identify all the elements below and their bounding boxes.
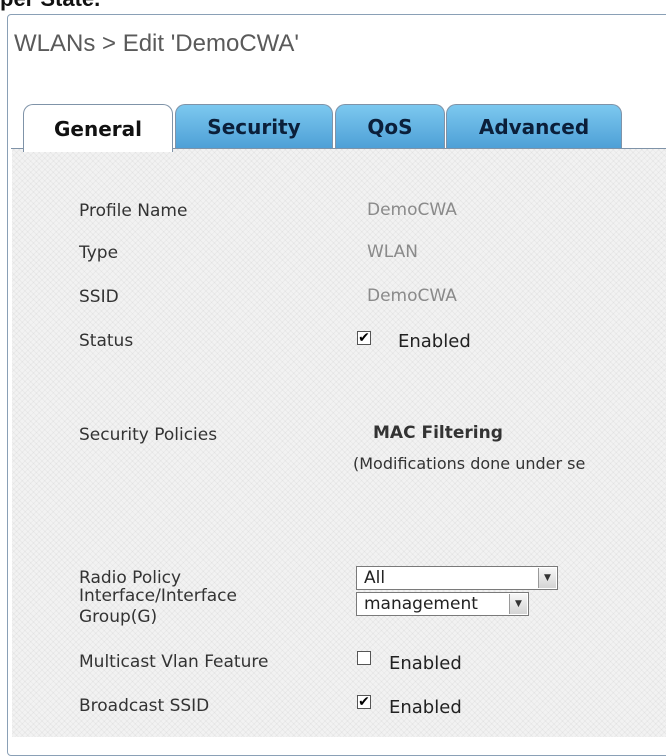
radio-policy-select[interactable]: All ▼ — [356, 566, 558, 590]
tab-security[interactable]: Security — [175, 104, 333, 149]
type-label: Type — [79, 243, 119, 263]
interface-select[interactable]: management ▼ — [356, 592, 529, 616]
multicast-enabled-label: Enabled — [389, 653, 462, 674]
broadcast-enabled-checkbox[interactable]: ✔ — [357, 695, 371, 709]
security-policies-value: MAC Filtering — [373, 423, 503, 443]
chevron-down-icon[interactable]: ▼ — [538, 568, 556, 588]
status-enabled-checkbox[interactable]: ✔ — [357, 331, 371, 345]
security-policies-label: Security Policies — [79, 425, 218, 445]
interface-selected: management — [364, 594, 478, 614]
check-icon: ✔ — [358, 694, 370, 710]
radio-policy-selected: All — [364, 568, 386, 588]
chevron-down-icon[interactable]: ▼ — [509, 594, 527, 614]
cropped-heading: per State. — [0, 0, 100, 12]
interface-label-line1: Interface/Interface — [79, 586, 237, 606]
multicast-vlan-label: Multicast Vlan Feature — [79, 652, 269, 672]
multicast-enabled-checkbox[interactable] — [357, 651, 371, 665]
tab-general[interactable]: General — [23, 104, 173, 152]
tab-qos[interactable]: QoS — [335, 104, 445, 149]
broadcast-ssid-label: Broadcast SSID — [79, 696, 210, 716]
status-label: Status — [79, 331, 134, 351]
ssid-value: DemoCWA — [367, 286, 457, 306]
check-icon: ✔ — [358, 330, 370, 346]
profile-name-value: DemoCWA — [367, 200, 457, 220]
broadcast-enabled-label: Enabled — [389, 697, 462, 718]
page-title: WLANs > Edit 'DemoCWA' — [14, 30, 299, 57]
status-enabled-label: Enabled — [398, 331, 471, 352]
type-value: WLAN — [367, 242, 419, 262]
profile-name-label: Profile Name — [79, 201, 188, 221]
tab-advanced[interactable]: Advanced — [446, 104, 622, 149]
ssid-label: SSID — [79, 287, 119, 307]
security-policies-note: (Modifications done under se — [353, 454, 586, 473]
interface-label-line2: Group(G) — [79, 607, 158, 627]
